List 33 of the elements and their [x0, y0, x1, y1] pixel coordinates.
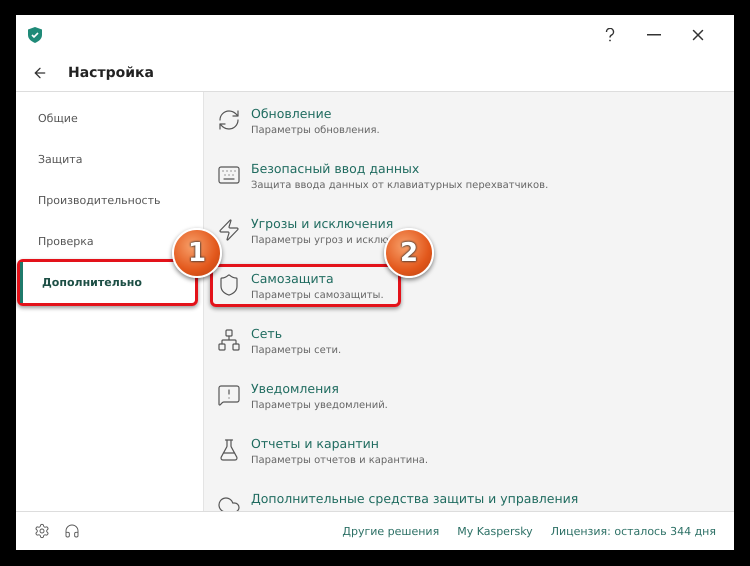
section-description: Параметры самозащиты. — [251, 290, 384, 301]
section-link[interactable]: Угрозы и исключения — [251, 216, 394, 231]
footer-link[interactable]: My Kaspersky — [457, 524, 533, 538]
section-link[interactable]: Обновление — [251, 106, 380, 121]
sidebar-item[interactable]: Проверка — [16, 221, 106, 262]
section-description: Параметры отчетов и карантина. — [251, 455, 428, 466]
network-icon — [217, 328, 241, 352]
footer-link[interactable]: Другие решения — [342, 524, 440, 538]
section-link[interactable]: Сеть — [251, 326, 342, 341]
section-description: Параметры уведомлений. — [251, 400, 388, 411]
sidebar-item[interactable]: Защита — [16, 139, 94, 180]
shield-logo-icon — [28, 27, 42, 43]
settings-button[interactable] — [34, 523, 50, 539]
section-description: Параметры обновления. — [251, 125, 380, 136]
section-link[interactable]: Самозащита — [251, 271, 384, 286]
sync-icon — [217, 108, 241, 132]
sidebar-item[interactable]: Общие — [16, 98, 90, 139]
section-link[interactable]: Уведомления — [251, 381, 388, 396]
headset-button[interactable] — [64, 523, 80, 539]
step-number-badge: 1 — [172, 228, 222, 278]
lightning-icon — [217, 218, 241, 242]
minimize-icon — [647, 34, 661, 36]
section-description: Защита ввода данных от клавиатурных перехватчиков. — [251, 180, 548, 191]
window-title: Настройка — [68, 65, 154, 81]
section-description: Параметры угроз и исклю — [251, 235, 390, 246]
help-icon — [605, 28, 615, 42]
footer-link[interactable]: Лицензия: осталось 344 дня — [550, 524, 716, 538]
section-link[interactable]: Отчеты и карантин — [251, 436, 428, 451]
sidebar-item[interactable]: Производительность — [16, 180, 172, 221]
section-description: Параметры сети. — [251, 345, 342, 356]
section-link[interactable]: Дополнительные средства защиты и управления — [251, 491, 578, 506]
message-alert-icon — [217, 383, 241, 407]
section-link[interactable]: Безопасный ввод данных — [251, 161, 548, 176]
